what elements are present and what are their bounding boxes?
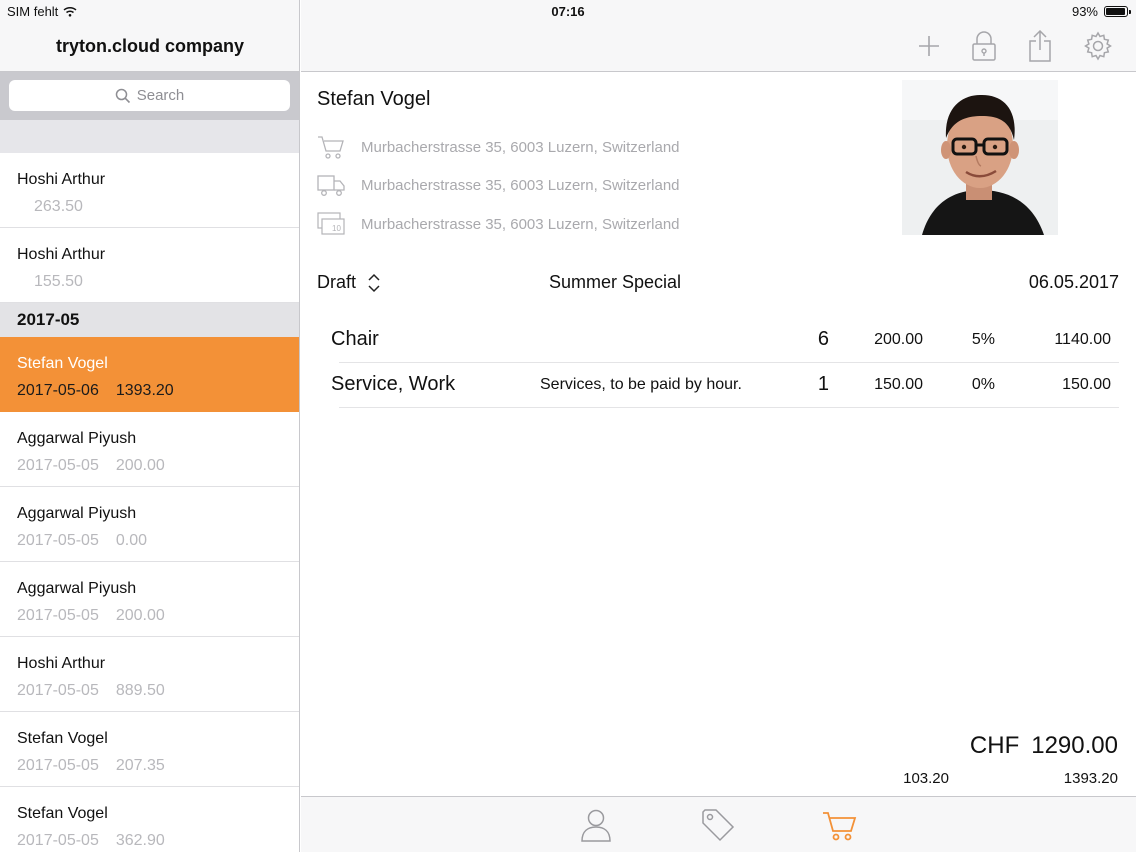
list-item-name: Stefan Vogel — [17, 730, 108, 747]
line-discount: 0% — [971, 376, 995, 393]
list-item-amount: 362.90 — [115, 832, 165, 849]
lock-icon[interactable] — [969, 30, 999, 62]
invoice-address: Murbacherstrasse 35, 6003 Luzern, Switze… — [361, 138, 680, 156]
order-date[interactable]: 06.05.2017 — [1029, 272, 1119, 293]
search-bar: Search — [0, 72, 299, 120]
billing-address-row[interactable]: 10 Murbacherstrasse 35, 6003 Luzern, Swi… — [317, 212, 680, 236]
line-product: Service, Work — [331, 373, 456, 395]
list-item-amount: 889.50 — [115, 682, 165, 699]
list-item[interactable]: Aggarwal Piyush 2017-05-05 200.00 — [0, 562, 299, 637]
line-description: Services, to be paid by hour. — [540, 376, 742, 393]
line-quantity: 1 — [817, 373, 829, 395]
tab-party[interactable] — [578, 807, 614, 843]
party-photo — [902, 80, 1058, 235]
banknotes-icon-label: 10 — [332, 224, 341, 233]
line-discount: 5% — [971, 331, 995, 348]
list-item-amount: 155.50 — [34, 273, 83, 290]
state-selector[interactable]: Draft — [317, 272, 380, 293]
search-icon — [115, 88, 130, 103]
list-item-amount: 263.50 — [34, 198, 83, 215]
list-item-date: 2017-05-05 — [17, 457, 99, 474]
untaxed-amount: 1290.00 — [1031, 732, 1118, 759]
banknotes-icon: 10 — [317, 212, 345, 235]
list-item-date: 2017-05-05 — [17, 607, 99, 624]
list-item-name: Aggarwal Piyush — [17, 430, 137, 447]
status-bar: SIM fehlt 07:16 93% — [0, 0, 1136, 24]
tab-products[interactable] — [700, 807, 736, 843]
line-quantity: 6 — [817, 328, 829, 350]
list-item-name: Stefan Vogel — [17, 805, 108, 822]
sidebar: tryton.cloud company Search Hoshi Arthur… — [0, 0, 300, 852]
list-item-name: Aggarwal Piyush — [17, 505, 137, 522]
tag-icon — [702, 809, 735, 842]
list-item-amount: 200.00 — [115, 457, 165, 474]
order-line[interactable]: Service, Work Services, to be paid by ho… — [331, 363, 1119, 408]
line-unit-price: 150.00 — [874, 376, 923, 393]
list-item[interactable]: Aggarwal Piyush 2017-05-05 0.00 — [0, 487, 299, 562]
list-spacer — [0, 120, 299, 153]
list-item-name: Hoshi Arthur — [17, 246, 106, 263]
list-item-date: 2017-05-05 — [17, 532, 99, 549]
battery-percent: 93% — [1071, 4, 1098, 19]
list-item-amount: 200.00 — [115, 607, 165, 624]
line-amount: 1140.00 — [1054, 331, 1111, 348]
list-item[interactable]: Hoshi Arthur 155.50 — [0, 228, 299, 303]
battery-fill — [1106, 8, 1125, 15]
order-description[interactable]: Summer Special — [545, 272, 685, 293]
list-item-name: Aggarwal Piyush — [17, 580, 137, 597]
invoice-address-row[interactable]: Murbacherstrasse 35, 6003 Luzern, Switze… — [317, 134, 680, 160]
plus-icon[interactable] — [914, 30, 944, 62]
list-item-selected[interactable]: Stefan Vogel 2017-05-06 1393.20 — [0, 337, 299, 412]
tab-bar — [301, 796, 1136, 852]
truck-icon — [317, 175, 345, 196]
list-item-date: 2017-05-05 — [17, 682, 99, 699]
line-product: Chair — [331, 328, 379, 350]
order-detail: Stefan Vogel Murbacherstrasse 35, 6003 L… — [301, 0, 1136, 852]
shipment-address: Murbacherstrasse 35, 6003 Luzern, Switze… — [361, 176, 680, 194]
tax-amount: 103.20 — [903, 770, 949, 787]
list-item-amount: 207.35 — [115, 757, 165, 774]
list-item-date: 2017-05-05 — [17, 832, 99, 849]
list-item-date: 2017-05-06 — [17, 382, 99, 399]
shipment-address-row[interactable]: Murbacherstrasse 35, 6003 Luzern, Switze… — [317, 173, 680, 197]
company-title: tryton.cloud company — [55, 36, 244, 56]
list-item-amount: 0.00 — [115, 532, 147, 549]
list-item-name: Hoshi Arthur — [17, 655, 106, 672]
order-line[interactable]: Chair 6 200.00 5% 1140.00 — [331, 318, 1119, 363]
order-header-row: Draft Summer Special 06.05.2017 — [317, 272, 1119, 296]
list-item-name: Stefan Vogel — [17, 355, 108, 372]
cart-icon — [823, 812, 857, 841]
gear-icon[interactable] — [1083, 30, 1113, 62]
line-amount: 150.00 — [1062, 376, 1111, 393]
list-item-amount: 1393.20 — [115, 382, 174, 399]
search-input[interactable]: Search — [9, 80, 290, 111]
tab-lines[interactable] — [822, 807, 858, 843]
share-icon[interactable] — [1025, 30, 1055, 62]
line-unit-price: 200.00 — [874, 331, 923, 348]
chevron-up-down-icon — [368, 273, 380, 292]
search-placeholder: Search — [136, 87, 185, 104]
section-header: 2017-05 — [0, 303, 299, 337]
total-amount: 1393.20 — [1063, 770, 1118, 787]
state-value: Draft — [317, 272, 357, 292]
party-name[interactable]: Stefan Vogel — [317, 88, 430, 111]
list-item[interactable]: Hoshi Arthur 263.50 — [0, 153, 299, 228]
battery-icon — [1104, 6, 1131, 17]
list-item[interactable]: Stefan Vogel 2017-05-05 362.90 — [0, 787, 299, 852]
person-icon — [581, 809, 611, 842]
list-item[interactable]: Aggarwal Piyush 2017-05-05 200.00 — [0, 412, 299, 487]
billing-address: Murbacherstrasse 35, 6003 Luzern, Switze… — [361, 215, 680, 233]
list-item-date: 2017-05-05 — [17, 757, 99, 774]
status-time: 07:16 — [551, 4, 585, 19]
order-lines: Chair 6 200.00 5% 1140.00 Service, Work … — [331, 318, 1119, 408]
untaxed-total: CHF 1290.00 — [970, 732, 1118, 760]
cart-icon — [318, 136, 344, 159]
list-item[interactable]: Stefan Vogel 2017-05-05 207.35 — [0, 712, 299, 787]
list-item[interactable]: Hoshi Arthur 2017-05-05 889.50 — [0, 637, 299, 712]
currency: CHF — [969, 732, 1020, 759]
list-item-name: Hoshi Arthur — [17, 171, 106, 188]
